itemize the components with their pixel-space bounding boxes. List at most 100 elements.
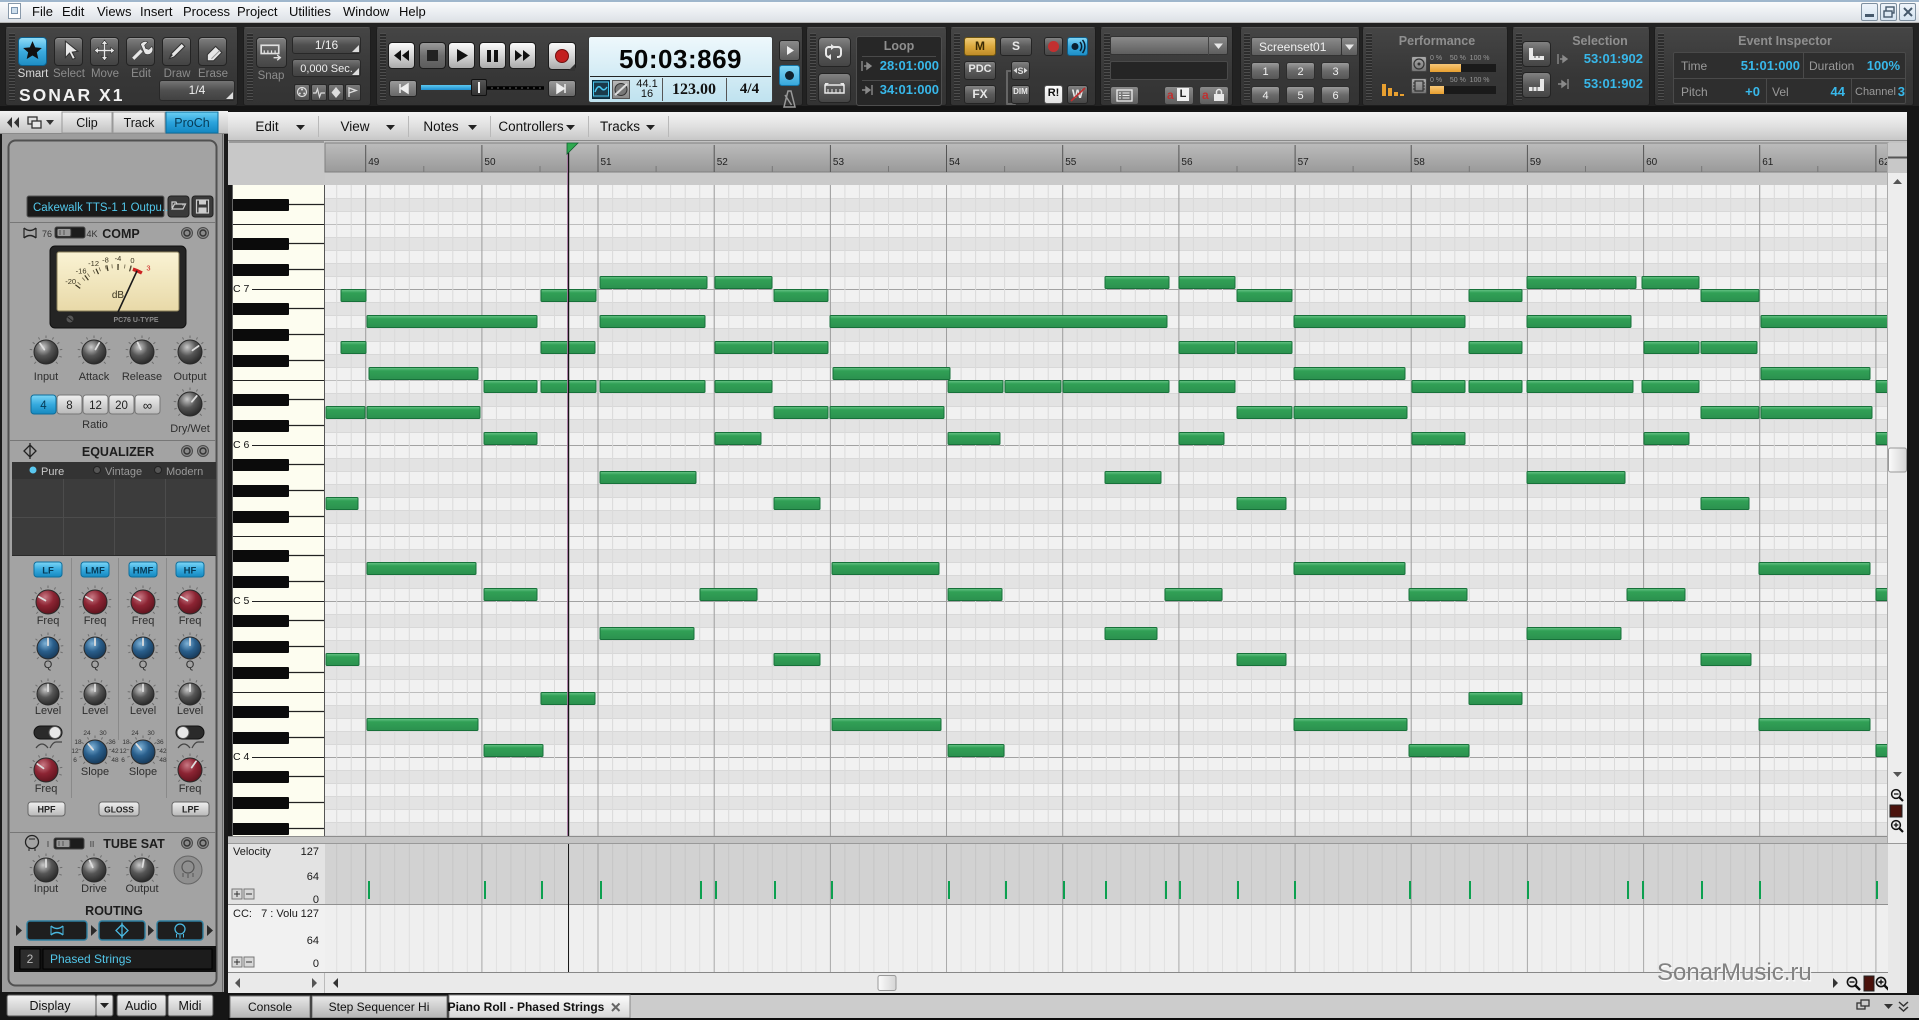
svg-text:Pure: Pure <box>41 466 64 478</box>
svg-text:20: 20 <box>115 400 128 412</box>
svg-text:LF: LF <box>42 566 54 577</box>
svg-text:-12: -12 <box>88 259 99 268</box>
svg-text:2: 2 <box>27 952 34 966</box>
svg-text:SonarMusic.ru: SonarMusic.ru <box>1657 959 1812 986</box>
svg-text:I: I <box>47 840 49 849</box>
svg-text:Input: Input <box>34 371 58 383</box>
svg-text:56: 56 <box>1181 157 1193 168</box>
svg-text:Step Sequencer Hi: Step Sequencer Hi <box>329 1000 430 1014</box>
svg-text:64: 64 <box>307 935 319 947</box>
svg-text:EQUALIZER: EQUALIZER <box>82 445 154 459</box>
svg-text:61: 61 <box>1762 157 1774 168</box>
svg-text:127: 127 <box>301 846 319 858</box>
svg-text:TUBE SAT: TUBE SAT <box>103 837 165 851</box>
svg-text:4: 4 <box>40 400 47 412</box>
svg-text:12: 12 <box>89 400 102 412</box>
svg-text:Clip: Clip <box>76 116 98 130</box>
svg-text:36: 36 <box>108 739 116 746</box>
svg-text:Input: Input <box>34 883 58 895</box>
svg-text:C 5: C 5 <box>233 595 250 607</box>
svg-text:∞: ∞ <box>143 398 152 413</box>
svg-text:53: 53 <box>833 157 845 168</box>
svg-text:0: 0 <box>130 256 134 265</box>
svg-text:59: 59 <box>1530 157 1542 168</box>
svg-text:36: 36 <box>156 739 164 746</box>
svg-text:Level: Level <box>35 705 61 717</box>
svg-text:-20: -20 <box>65 277 76 286</box>
svg-text:24: 24 <box>83 730 91 737</box>
svg-text:PC76 U-TYPE: PC76 U-TYPE <box>113 317 158 324</box>
svg-text:30: 30 <box>147 730 155 737</box>
svg-text:Piano Roll - Phased Strings: Piano Roll - Phased Strings <box>448 1000 605 1014</box>
svg-text:Q: Q <box>44 659 53 671</box>
svg-text:HMF: HMF <box>133 566 154 577</box>
svg-text:Drive: Drive <box>81 883 107 895</box>
svg-text:42: 42 <box>159 748 167 755</box>
svg-text:C 4: C 4 <box>233 751 250 763</box>
svg-text:50: 50 <box>484 157 496 168</box>
svg-text:Velocity: Velocity <box>233 846 271 858</box>
svg-text:Midi: Midi <box>179 999 202 1013</box>
svg-text:Output: Output <box>125 883 158 895</box>
svg-text:52: 52 <box>717 157 729 168</box>
svg-text:57: 57 <box>1298 157 1310 168</box>
svg-text:COMP: COMP <box>102 227 140 241</box>
svg-text:Dry/Wet: Dry/Wet <box>170 423 210 435</box>
svg-text:4K: 4K <box>86 229 97 239</box>
svg-text:Freq: Freq <box>179 615 202 627</box>
svg-text:CC: 7 : Volu: CC: 7 : Volu <box>233 908 298 920</box>
svg-text:dB: dB <box>112 290 125 301</box>
svg-text:Q: Q <box>186 659 195 671</box>
svg-text:Slope: Slope <box>129 766 157 778</box>
svg-text:Edit: Edit <box>255 119 279 134</box>
svg-text:Level: Level <box>82 705 108 717</box>
svg-text:58: 58 <box>1414 157 1426 168</box>
svg-text:GLOSS: GLOSS <box>104 805 134 815</box>
svg-text:Q: Q <box>91 659 100 671</box>
svg-text:Release: Release <box>122 371 162 383</box>
svg-text:54: 54 <box>949 157 961 168</box>
svg-text:ROUTING: ROUTING <box>85 904 143 918</box>
svg-text:55: 55 <box>1065 157 1077 168</box>
svg-text:12: 12 <box>119 748 127 755</box>
svg-text:LMF: LMF <box>85 566 105 577</box>
svg-text:48: 48 <box>111 757 119 764</box>
svg-text:Ratio: Ratio <box>82 419 108 431</box>
svg-text:6: 6 <box>121 757 125 764</box>
svg-text:Audio: Audio <box>125 999 157 1013</box>
svg-text:Display: Display <box>30 999 72 1013</box>
svg-text:LPF: LPF <box>182 805 200 815</box>
svg-text:Phased Strings: Phased Strings <box>50 952 131 966</box>
svg-text:Controllers: Controllers <box>498 119 564 134</box>
svg-text:Modern: Modern <box>166 466 203 478</box>
svg-text:3: 3 <box>146 263 150 272</box>
svg-text:Vintage: Vintage <box>105 466 142 478</box>
svg-text:HF: HF <box>184 566 197 577</box>
svg-text:Freq: Freq <box>37 615 60 627</box>
svg-text:-4: -4 <box>115 254 122 263</box>
svg-text:S: S <box>1017 66 1023 76</box>
svg-text:C 6: C 6 <box>233 439 250 451</box>
svg-text:Track: Track <box>124 116 156 130</box>
svg-text:18: 18 <box>74 739 82 746</box>
svg-text:64: 64 <box>307 871 319 883</box>
svg-text:48: 48 <box>159 757 167 764</box>
svg-text:60: 60 <box>1646 157 1658 168</box>
svg-text:HPF: HPF <box>38 805 57 815</box>
svg-text:View: View <box>340 119 369 134</box>
svg-text:Cakewalk TTS-1 1 Outpu...: Cakewalk TTS-1 1 Outpu... <box>33 202 171 214</box>
svg-text:Tracks: Tracks <box>600 119 640 134</box>
svg-text:18: 18 <box>122 739 130 746</box>
svg-text:ProCh: ProCh <box>174 116 209 130</box>
svg-text:C 7: C 7 <box>233 283 250 295</box>
svg-text:-16: -16 <box>76 267 87 276</box>
svg-text:Level: Level <box>177 705 203 717</box>
svg-text:Slope: Slope <box>81 766 109 778</box>
svg-text:Level: Level <box>130 705 156 717</box>
svg-text:51: 51 <box>601 157 613 168</box>
svg-text:12: 12 <box>71 748 79 755</box>
svg-text:Output: Output <box>173 371 206 383</box>
svg-text:-8: -8 <box>102 255 109 264</box>
svg-text:0: 0 <box>313 958 319 970</box>
svg-text:Freq: Freq <box>84 615 107 627</box>
